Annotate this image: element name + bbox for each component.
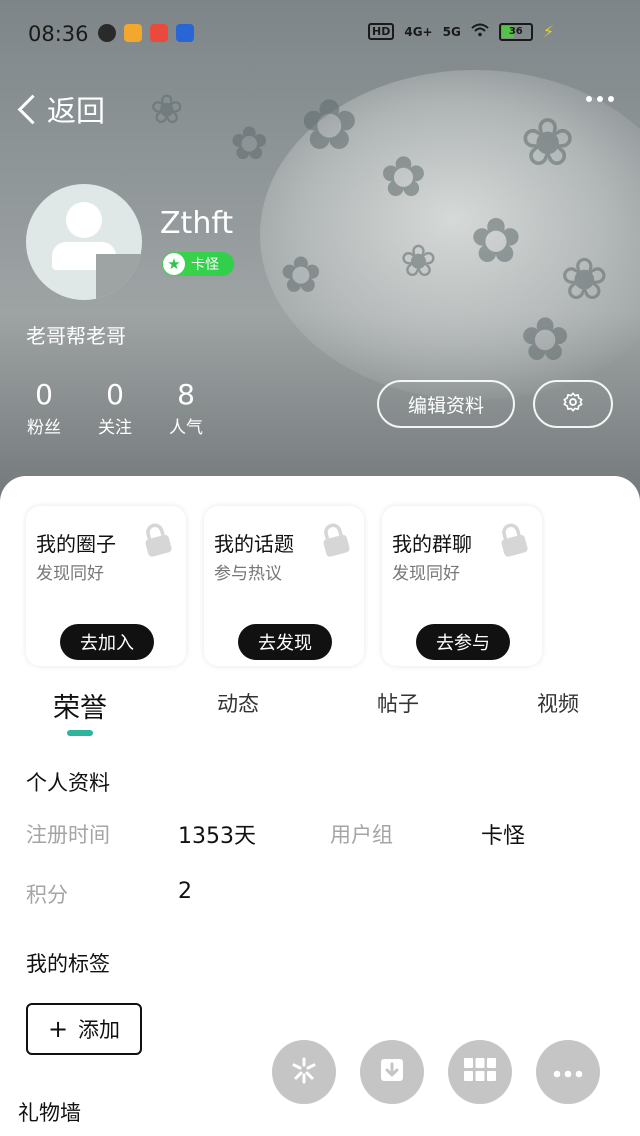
background-flower: ✿: [470, 204, 522, 277]
battery-icon: 36: [498, 22, 533, 41]
level-label: 卡怪: [191, 257, 219, 273]
status-time: 08:36: [28, 22, 89, 46]
more-dot-icon: [597, 96, 603, 102]
download-icon: [377, 1055, 407, 1089]
card-title: 我的群聊: [392, 532, 472, 556]
signal-5g-icon: 5G: [442, 24, 461, 39]
stat-popularity[interactable]: 8 人气: [156, 378, 216, 438]
card-subtitle: 发现同好: [36, 564, 104, 584]
more-dot-icon: [586, 96, 592, 102]
more-options-button[interactable]: [536, 1040, 600, 1104]
wifi-icon: [471, 23, 489, 40]
stat-fans[interactable]: 0 粉丝: [14, 378, 74, 438]
card-my-groups[interactable]: 我的群聊 发现同好 去参与: [382, 506, 542, 666]
stat-value: 8: [177, 378, 195, 411]
stat-label: 人气: [169, 418, 203, 438]
status-indicators: HD 4G+ 5G 36 ⚡: [368, 22, 554, 41]
chevron-left-icon: [17, 94, 48, 124]
background-flower: ❀: [520, 104, 576, 181]
gift-wall-title: 礼物墙: [18, 1101, 81, 1125]
card-subtitle: 发现同好: [392, 564, 460, 584]
tab-indicator: [67, 730, 93, 736]
tab-posts[interactable]: 帖子: [377, 688, 419, 718]
points-value: 2: [178, 879, 192, 904]
hd-icon: HD: [368, 23, 395, 40]
app-notification-icon: [176, 24, 194, 42]
more-menu-button[interactable]: [586, 96, 614, 102]
card-participate-button[interactable]: 去参与: [416, 624, 510, 660]
status-app-icons: [98, 24, 194, 42]
card-title: 我的话题: [214, 532, 294, 556]
register-time-value: 1353天: [178, 824, 256, 849]
back-button[interactable]: 返回: [16, 88, 105, 130]
register-time-label: 注册时间: [26, 823, 110, 847]
stat-value: 0: [35, 378, 53, 411]
personal-info-title: 个人资料: [26, 771, 110, 795]
avatar[interactable]: [26, 184, 142, 300]
plus-icon: +: [47, 1015, 69, 1043]
add-tag-button[interactable]: + 添加: [26, 1003, 142, 1055]
background-flower: ✿: [380, 145, 427, 210]
background-flower: ✿: [300, 84, 359, 166]
apps-grid-button[interactable]: [448, 1040, 512, 1104]
star-icon: ★: [163, 253, 185, 275]
back-label: 返回: [47, 94, 106, 128]
background-flower: ✿: [230, 116, 269, 170]
gear-icon: [562, 391, 584, 417]
avatar-head: [66, 202, 102, 238]
charging-icon: ⚡: [542, 22, 555, 41]
app-notification-icon: [124, 24, 142, 42]
my-tags-title: 我的标签: [26, 952, 110, 976]
stat-label: 粉丝: [27, 418, 61, 438]
stat-following[interactable]: 0 关注: [85, 378, 145, 438]
app-notification-icon: [150, 24, 168, 42]
sparkle-icon: [289, 1055, 319, 1089]
lock-icon: [496, 522, 530, 562]
settings-button[interactable]: [533, 380, 613, 428]
background-flower: ❀: [150, 87, 184, 133]
avatar-cutout: [96, 254, 142, 300]
card-my-circles[interactable]: 我的圈子 发现同好 去加入: [26, 506, 186, 666]
edit-profile-button[interactable]: 编辑资料: [377, 380, 515, 428]
card-join-button[interactable]: 去加入: [60, 624, 154, 660]
card-title: 我的圈子: [36, 532, 116, 556]
tab-videos[interactable]: 视频: [537, 688, 579, 718]
lock-icon: [140, 522, 174, 562]
tab-activity[interactable]: 动态: [217, 688, 259, 718]
username: Zthft: [160, 206, 234, 241]
background-flower: ✿: [280, 246, 322, 304]
more-dot-icon: [608, 96, 614, 102]
user-group-value: 卡怪: [481, 824, 526, 849]
add-tag-label: 添加: [78, 1018, 121, 1042]
download-button[interactable]: [360, 1040, 424, 1104]
sparkle-button[interactable]: [272, 1040, 336, 1104]
signal-4g-icon: 4G+: [404, 24, 433, 39]
tab-honor[interactable]: 荣誉: [53, 686, 107, 725]
wechat-icon: [98, 24, 116, 42]
lock-icon: [318, 522, 352, 562]
background-flower: ❀: [560, 245, 609, 313]
bio: 老哥帮老哥: [26, 324, 126, 348]
points-label: 积分: [26, 883, 68, 907]
ellipsis-icon: [553, 1063, 583, 1082]
stat-label: 关注: [98, 418, 132, 438]
background-flower: ✿: [520, 305, 571, 375]
grid-icon: [464, 1058, 496, 1086]
card-my-topics[interactable]: 我的话题 参与热议 去发现: [204, 506, 364, 666]
card-subtitle: 参与热议: [214, 564, 282, 584]
stat-value: 0: [106, 378, 124, 411]
level-badge: ★ 卡怪: [162, 252, 234, 276]
user-group-label: 用户组: [330, 823, 393, 847]
background-flower: ❀: [400, 236, 437, 287]
card-discover-button[interactable]: 去发现: [238, 624, 332, 660]
